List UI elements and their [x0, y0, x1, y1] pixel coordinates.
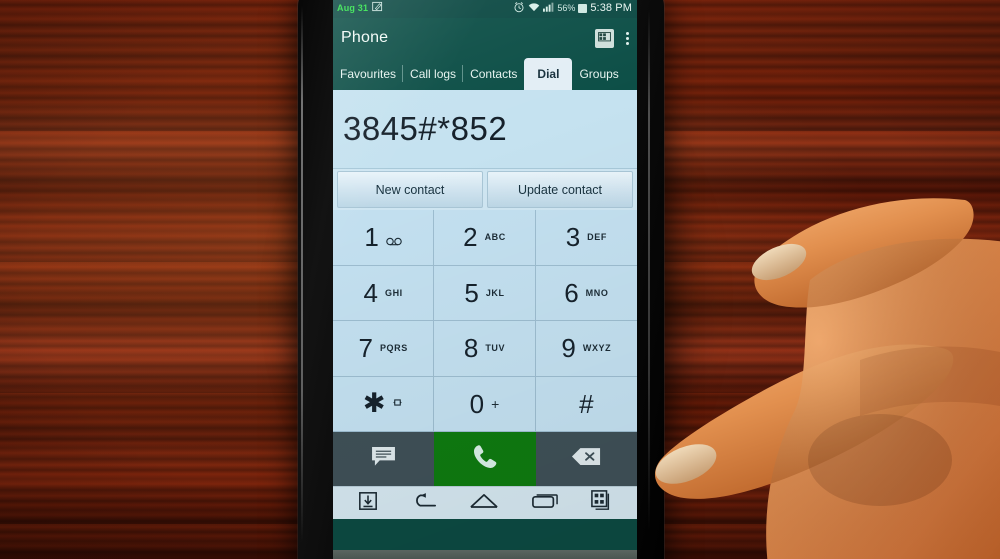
dialpad-icon[interactable] [595, 28, 614, 48]
home-icon[interactable] [470, 492, 499, 514]
download-capture-icon[interactable] [358, 491, 378, 516]
key-1[interactable]: 1 [333, 210, 435, 266]
new-contact-button[interactable]: New contact [337, 171, 483, 208]
tab-call-logs[interactable]: Call logs [403, 58, 464, 90]
message-icon [371, 446, 396, 472]
key-4-letters: GHI [384, 287, 403, 298]
tab-favourites[interactable]: Favourites [333, 58, 404, 90]
tab-dial[interactable]: Dial [524, 58, 573, 90]
status-time: 5:38 PM [590, 2, 632, 14]
key-8-letters: TUV [485, 343, 506, 354]
key-star-digit: ✱ [362, 388, 386, 419]
phone-bezel-highlight-left [301, 6, 303, 542]
key-5-letters: JKL [485, 287, 505, 298]
key-7[interactable]: 7 PQRS [333, 321, 435, 377]
status-bar: Aug 31 56% 5:38 PM [333, 0, 637, 18]
key-5-digit: 5 [464, 277, 479, 308]
tab-favourites-label: Favourites [340, 67, 397, 81]
key-2-letters: ABC [484, 232, 506, 243]
app-title: Phone [341, 29, 389, 46]
tab-groups-label: Groups [579, 67, 619, 81]
status-bar-right: 56% 5:38 PM [513, 1, 632, 16]
key-2-digit: 2 [463, 222, 478, 253]
back-icon[interactable] [411, 492, 437, 515]
action-bar: Phone [333, 18, 637, 58]
action-bar-icons [595, 28, 629, 48]
signal-bars-icon [543, 2, 554, 15]
tab-call-logs-label: Call logs [410, 67, 457, 81]
tab-contacts[interactable]: Contacts [463, 58, 524, 90]
status-date: Aug 31 [337, 3, 369, 13]
pause-symbol-icon [392, 395, 403, 413]
key-7-letters: PQRS [379, 343, 408, 354]
key-2[interactable]: 2 ABC [434, 210, 536, 266]
scene: Aug 31 56% 5:38 PM Phone Favourites Call… [0, 0, 1000, 559]
tab-contacts-label: Contacts [470, 67, 518, 81]
key-7-digit: 7 [358, 333, 373, 364]
compose-icon [372, 1, 383, 15]
key-8[interactable]: 8 TUV [434, 321, 536, 377]
key-star[interactable]: ✱ [333, 376, 435, 432]
message-button[interactable] [333, 432, 435, 486]
key-1-digit: 1 [364, 222, 379, 253]
alarm-clock-icon [513, 1, 525, 16]
tab-bar: Favourites Call logs Contacts Dial Group… [333, 58, 637, 90]
wifi-icon [528, 2, 540, 15]
status-bar-left: Aug 31 [337, 1, 383, 15]
dialed-number-display[interactable]: 3845#*852 [333, 90, 637, 169]
tab-dial-label: Dial [537, 67, 560, 81]
key-4[interactable]: 4 GHI [333, 265, 435, 321]
dialed-number-text: 3845#*852 [343, 110, 508, 147]
key-0[interactable]: 0 + [434, 376, 536, 432]
battery-icon [578, 3, 588, 13]
more-options-icon[interactable] [626, 31, 629, 45]
key-4-digit: 4 [363, 277, 378, 308]
tab-groups[interactable]: Groups [572, 58, 625, 90]
battery-percent: 56% [557, 3, 576, 13]
hand [654, 198, 1000, 559]
call-handset-icon [471, 443, 499, 476]
call-button[interactable] [434, 432, 536, 486]
voicemail-icon [386, 233, 402, 246]
key-8-digit: 8 [463, 333, 479, 364]
key-0-digit: 0 [469, 388, 485, 419]
recents-icon[interactable] [531, 493, 558, 514]
key-0-plus: + [491, 395, 500, 412]
key-5[interactable]: 5 JKL [434, 265, 536, 321]
